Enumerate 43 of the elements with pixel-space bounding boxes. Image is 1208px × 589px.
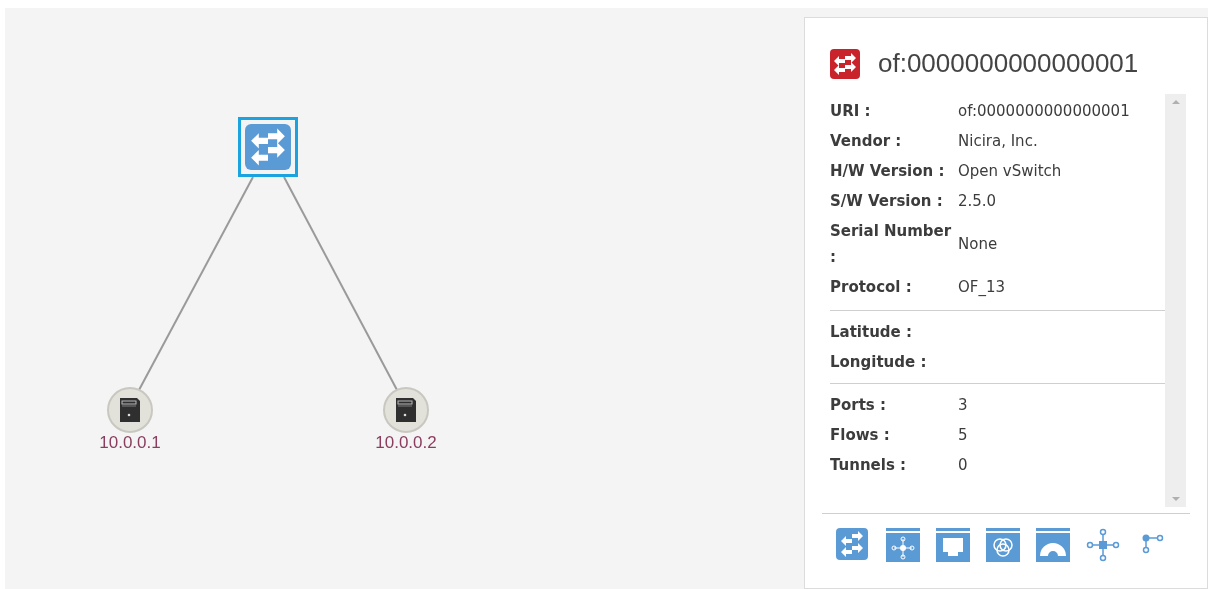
property-label: Tunnels : xyxy=(830,455,908,476)
property-value: Nicira, Inc. xyxy=(958,130,1038,152)
property-value: 5 xyxy=(958,424,968,446)
venn-diagram-icon xyxy=(986,528,1020,562)
property-label: Latitude : xyxy=(830,322,913,343)
switch-icon xyxy=(836,528,870,562)
scrollbar[interactable] xyxy=(1165,94,1186,507)
gauge-button[interactable] xyxy=(1036,528,1070,562)
property-value: Open vSwitch xyxy=(958,160,1062,182)
switch-icon xyxy=(245,124,291,170)
server-icon xyxy=(394,397,418,423)
scroll-down-arrow[interactable] xyxy=(1171,497,1180,501)
property-label: Flows : xyxy=(830,425,891,446)
property-value: 3 xyxy=(958,394,968,416)
property-label: Serial Number : xyxy=(830,221,953,268)
ports-view-icon xyxy=(886,528,920,562)
server-icon xyxy=(118,397,142,423)
ethernet-port-button[interactable] xyxy=(936,528,970,562)
property-label: H/W Version : xyxy=(830,161,946,182)
property-label: Longitude : xyxy=(830,352,928,373)
node-cross-button[interactable] xyxy=(1086,528,1120,562)
host-label: 10.0.0.1 xyxy=(98,432,162,454)
scroll-up-arrow[interactable] xyxy=(1171,100,1180,104)
property-label: URI : xyxy=(830,101,872,122)
switch-icon xyxy=(830,48,860,79)
property-label: Ports : xyxy=(830,395,887,416)
property-value: OF_13 xyxy=(958,276,1006,298)
ports-view-button[interactable] xyxy=(886,528,920,562)
switch-button[interactable] xyxy=(836,528,870,562)
property-value: 0 xyxy=(958,454,968,476)
host-label: 10.0.0.2 xyxy=(374,432,438,454)
property-value: None xyxy=(958,233,998,255)
property-value: of:0000000000000001 xyxy=(958,100,1130,122)
device-title: of:0000000000000001 xyxy=(878,47,1139,80)
property-label: Vendor : xyxy=(830,131,903,152)
node-cross-icon xyxy=(1086,528,1120,562)
gauge-icon xyxy=(1036,528,1070,562)
property-label: Protocol : xyxy=(830,277,913,298)
property-value: 2.5.0 xyxy=(958,190,997,212)
property-label: S/W Version : xyxy=(830,191,944,212)
switch-node[interactable] xyxy=(238,117,298,177)
ethernet-port-icon xyxy=(936,528,970,562)
venn-diagram-button[interactable] xyxy=(986,528,1020,562)
